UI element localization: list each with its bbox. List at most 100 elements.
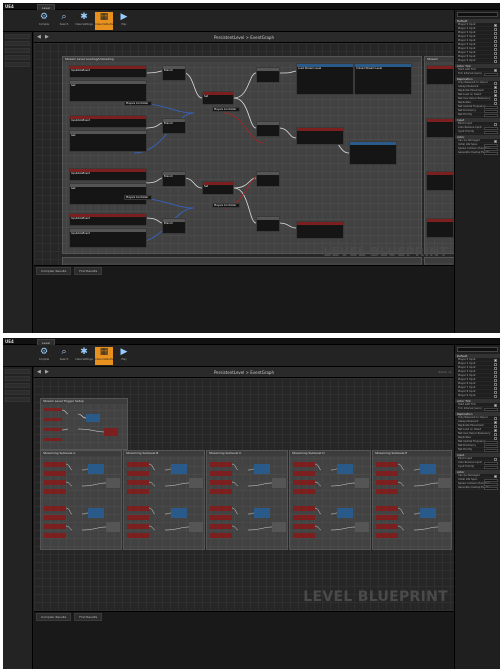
property-row[interactable]: Player 9 Input bbox=[455, 394, 500, 398]
mini-stream-node bbox=[88, 464, 104, 474]
mini-set-node bbox=[355, 522, 369, 532]
details-search-input[interactable] bbox=[457, 347, 498, 352]
mini-branch-node bbox=[404, 482, 414, 490]
input-axis-event-node[interactable] bbox=[426, 118, 454, 138]
reroute-node[interactable]: Players Controller bbox=[212, 107, 240, 112]
property-row[interactable]: Generate Overlap Events bbox=[455, 151, 500, 155]
ue-logo: UE4 bbox=[5, 339, 14, 344]
branch-node[interactable] bbox=[256, 216, 280, 232]
mini-branch-node bbox=[404, 466, 414, 474]
property-row[interactable]: Player 9 Input bbox=[455, 59, 500, 63]
dropdown[interactable] bbox=[484, 151, 498, 155]
set-node[interactable] bbox=[296, 127, 344, 145]
search-icon: ⌕ bbox=[61, 12, 67, 22]
get-node[interactable]: InputAxisEvent bbox=[69, 228, 147, 248]
number-field[interactable] bbox=[484, 465, 498, 469]
property-row[interactable]: Tick Interval (secs) bbox=[455, 407, 500, 411]
title-bar: UE4 Level bbox=[3, 338, 500, 345]
input-axis-event-node[interactable] bbox=[426, 171, 454, 191]
play-button[interactable]: ▶ Play bbox=[115, 12, 133, 30]
find-results-tab[interactable]: Find Results bbox=[74, 613, 103, 621]
unload-stream-level-node[interactable] bbox=[349, 141, 397, 165]
details-search-input[interactable] bbox=[457, 12, 498, 17]
set-node[interactable] bbox=[296, 221, 344, 239]
graph-canvas[interactable]: Stream Level Loading/Unloading Stream In… bbox=[34, 43, 456, 271]
class-defaults-button[interactable]: ▦ Class Defaults bbox=[95, 347, 113, 365]
compile-icon: ⚙ bbox=[39, 347, 49, 357]
input-axis-event-node[interactable]: InputAxisEvent bbox=[69, 65, 147, 78]
branch-node[interactable]: Branch bbox=[162, 118, 186, 134]
mini-branch-node bbox=[155, 510, 165, 518]
input-axis-event-node[interactable]: InputAxisEvent bbox=[69, 115, 147, 128]
load-stream-level-node[interactable]: Load Stream Level bbox=[296, 63, 354, 95]
mini-stream-node bbox=[171, 464, 187, 474]
panel-item[interactable] bbox=[5, 376, 30, 381]
input-axis-event-node[interactable]: InputAxisEvent bbox=[69, 213, 147, 226]
search-button[interactable]: ⌕ Search bbox=[55, 12, 73, 30]
branch-node[interactable] bbox=[256, 171, 280, 187]
compile-button[interactable]: ⚙ Compile bbox=[35, 12, 53, 30]
branch-node[interactable]: Branch bbox=[162, 171, 186, 187]
panel-item[interactable] bbox=[5, 48, 30, 53]
branch-node[interactable]: Branch bbox=[162, 65, 186, 81]
input-axis-event-node[interactable]: InputAxisEvent bbox=[69, 168, 147, 181]
panel-item[interactable] bbox=[5, 55, 30, 60]
unload-stream-level-node[interactable]: Unload Stream Level bbox=[354, 63, 412, 95]
number-field[interactable] bbox=[484, 130, 498, 134]
panel-item[interactable] bbox=[5, 369, 30, 374]
mini-branch-node bbox=[238, 526, 248, 534]
input-axis-event-node[interactable] bbox=[426, 218, 454, 238]
property-row[interactable]: Generate Overlap Events bbox=[455, 486, 500, 490]
property-row[interactable]: Net Priority bbox=[455, 113, 500, 117]
property-row[interactable]: Net Priority bbox=[455, 448, 500, 452]
panel-item[interactable] bbox=[5, 34, 30, 39]
graph-canvas[interactable]: Stream Level Trigger Setup Streaming Sub… bbox=[34, 378, 454, 611]
mini-set-node bbox=[189, 522, 203, 532]
breadcrumb[interactable]: PersistentLevel > EventGraph bbox=[34, 35, 454, 40]
mini-event-node bbox=[210, 524, 232, 529]
graph-header: ◀ ▶ PersistentLevel > EventGraph bbox=[34, 32, 454, 43]
compiler-results-tab[interactable]: Compiler Results bbox=[36, 613, 72, 621]
get-node[interactable]: Get bbox=[69, 183, 147, 205]
set-node[interactable]: Set bbox=[202, 181, 234, 195]
level-blueprint-watermark: LEVEL BLUEPRINT bbox=[303, 589, 448, 605]
number-field[interactable] bbox=[484, 407, 498, 411]
checkbox[interactable] bbox=[494, 394, 497, 398]
find-results-tab[interactable]: Find Results bbox=[74, 267, 103, 275]
number-field[interactable] bbox=[484, 113, 498, 117]
property-row[interactable]: Input Priority bbox=[455, 465, 500, 469]
branch-node[interactable]: Branch bbox=[162, 218, 186, 234]
reroute-node[interactable]: Players Controller bbox=[124, 195, 152, 200]
input-axis-event-node[interactable] bbox=[426, 65, 454, 85]
dropdown[interactable] bbox=[484, 486, 498, 490]
mini-set-node bbox=[106, 522, 120, 532]
search-button[interactable]: ⌕ Search bbox=[55, 347, 73, 365]
mini-stream-node bbox=[171, 508, 187, 518]
branch-node[interactable] bbox=[256, 121, 280, 137]
panel-item[interactable] bbox=[5, 383, 30, 388]
set-node[interactable]: Set bbox=[202, 91, 234, 105]
checkbox[interactable] bbox=[494, 59, 497, 63]
property-row[interactable]: Input Priority bbox=[455, 130, 500, 134]
panel-item[interactable] bbox=[5, 62, 30, 67]
number-field[interactable] bbox=[484, 72, 498, 76]
mini-event-node bbox=[293, 533, 315, 538]
panel-item[interactable] bbox=[5, 397, 30, 402]
breadcrumb[interactable]: PersistentLevel > EventGraph bbox=[34, 370, 454, 375]
compile-button[interactable]: ⚙ Compile bbox=[35, 347, 53, 365]
number-field[interactable] bbox=[484, 448, 498, 452]
panel-item[interactable] bbox=[5, 41, 30, 46]
branch-node[interactable] bbox=[256, 67, 280, 83]
reroute-node[interactable]: Players Controller bbox=[212, 203, 240, 208]
play-button[interactable]: ▶ Play bbox=[115, 347, 133, 365]
panel-item[interactable] bbox=[5, 390, 30, 395]
class-settings-button[interactable]: ✱ Class Settings bbox=[75, 347, 93, 365]
property-row[interactable]: Tick Interval (secs) bbox=[455, 72, 500, 76]
graph-header: ◀ ▶ PersistentLevel > EventGraph Zoom -4 bbox=[34, 367, 454, 378]
class-settings-button[interactable]: ✱ Class Settings bbox=[75, 12, 93, 30]
reroute-node[interactable]: Players Controller bbox=[124, 101, 152, 106]
get-node[interactable]: Get bbox=[69, 80, 147, 102]
get-node[interactable]: Get bbox=[69, 130, 147, 152]
class-defaults-button[interactable]: ▦ Class Defaults bbox=[95, 12, 113, 30]
compiler-results-tab[interactable]: Compiler Results bbox=[36, 267, 72, 275]
